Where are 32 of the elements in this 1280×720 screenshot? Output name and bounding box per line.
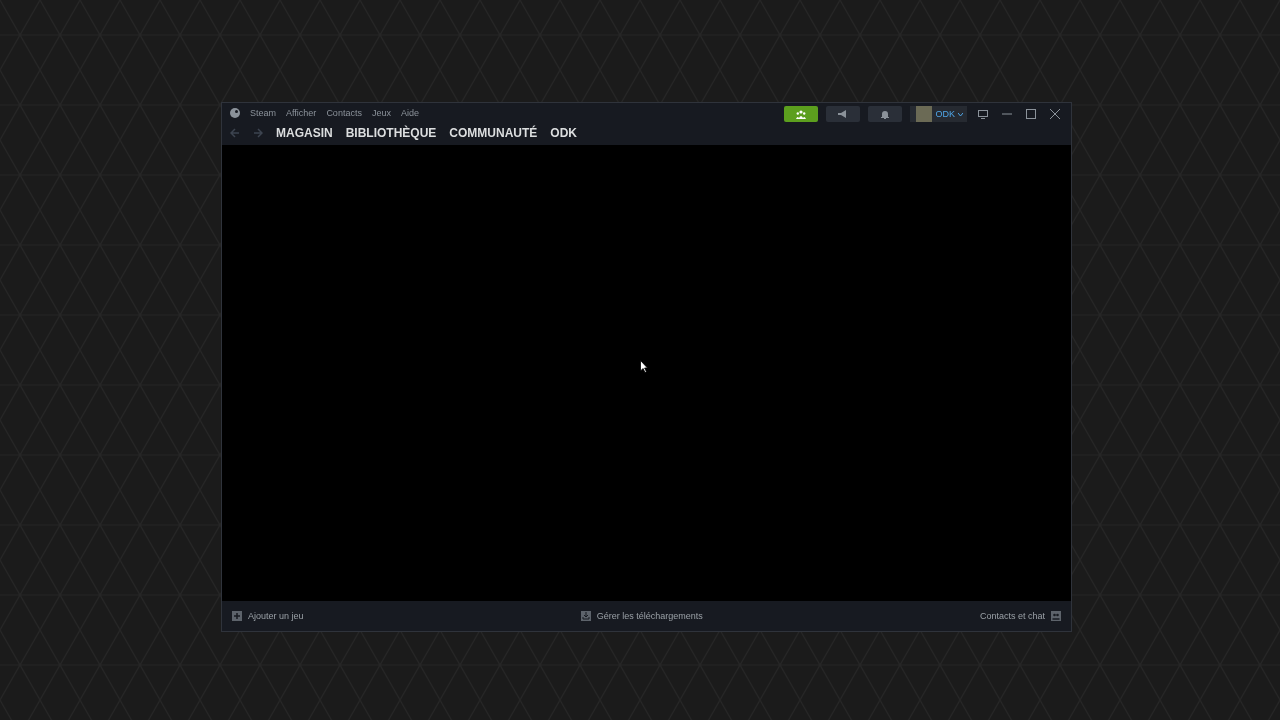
downloads-button[interactable]: Gérer les téléchargements: [580, 611, 703, 621]
download-icon: [580, 611, 591, 621]
announcements-button[interactable]: [826, 106, 861, 122]
close-button[interactable]: [1047, 106, 1063, 122]
menu-item[interactable]: Contacts: [326, 108, 362, 118]
menu-item[interactable]: Afficher: [286, 108, 317, 118]
avatar-placeholder: [916, 106, 933, 122]
logo-icon: [230, 108, 240, 118]
menu-item[interactable]: Steam: [250, 108, 276, 118]
nav-tab[interactable]: COMMUNAUTÉ: [449, 126, 538, 140]
maximize-icon: [1026, 109, 1036, 119]
people-icon: [1051, 611, 1061, 621]
caret-icon: [958, 112, 963, 116]
maximize-button[interactable]: [1023, 106, 1039, 122]
notifications-button[interactable]: [868, 106, 903, 122]
add-game-button[interactable]: Ajouter un jeu: [232, 611, 304, 621]
menu-item[interactable]: Aide: [400, 108, 419, 118]
monitor-icon: [978, 109, 988, 119]
friends-button[interactable]: [784, 106, 819, 122]
nav-tab[interactable]: BIBLIOTHÈQUE: [345, 126, 437, 140]
minimize-icon: [1002, 113, 1012, 115]
friends-chat-button[interactable]: Contacts et chat: [979, 611, 1061, 621]
people-icon: [796, 109, 807, 119]
close-icon: [1050, 109, 1060, 119]
menu-item[interactable]: Jeux: [371, 108, 391, 118]
nav-tab[interactable]: ODK: [550, 126, 577, 140]
bell-icon: [881, 109, 890, 119]
nav-tab[interactable]: MAGASIN: [276, 126, 333, 140]
plus-icon: [232, 611, 242, 621]
account-menu[interactable]: ODK: [910, 106, 967, 122]
megaphone-icon: [838, 110, 849, 118]
mouse-cursor-icon: [640, 360, 648, 373]
